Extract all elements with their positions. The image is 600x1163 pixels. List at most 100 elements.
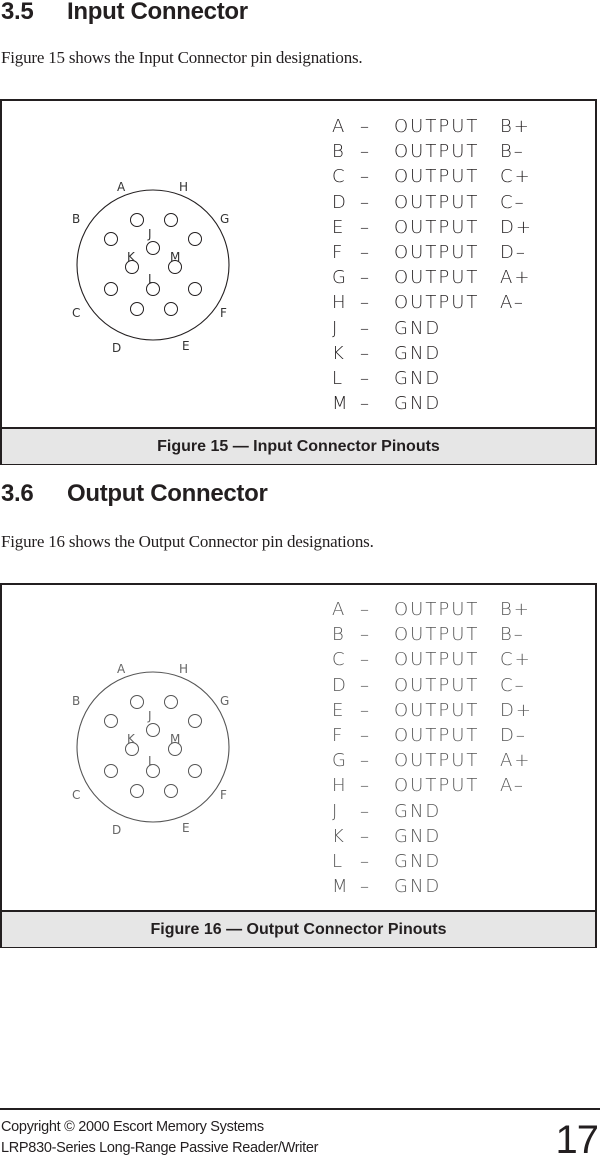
pin-label: F (332, 725, 345, 747)
dash: – (360, 216, 371, 238)
connector-pin-hole (104, 232, 118, 246)
connector-pin-hole (164, 213, 178, 227)
connector-pin-hole (164, 695, 178, 709)
connector-pin-label: D (112, 341, 121, 355)
connector-pin-hole (188, 714, 202, 728)
connector-pin-hole (130, 695, 144, 709)
signal-type: OUTPUT (394, 699, 480, 721)
dash: – (360, 393, 371, 415)
signal-type: GND (394, 317, 442, 339)
connector-diagram: A H B G C F D E JK M L (72, 180, 230, 355)
figure-body: AHBGCFDEJKML A – OUTPUT B+ B – OUTPUT B– C – OUTPU… (2, 585, 595, 912)
section-number: 3.6 (1, 480, 34, 507)
connector-pin-hole (104, 714, 118, 728)
figure-input-connector: AHBGCFDEJKML A – OUTPUT B+ B – OUTPUT B– C – OUTPU… (0, 99, 597, 465)
pin-label: E (332, 699, 346, 721)
connector-pin-label: K (127, 250, 136, 264)
connector-pin-label: B (72, 694, 80, 708)
figure-caption: Figure 16 — Output Connector Pinouts (2, 912, 595, 947)
signal-type: OUTPUT (394, 649, 480, 671)
signal-type: OUTPUT (394, 674, 480, 696)
pinout-row: F – OUTPUT D– (332, 723, 533, 748)
signal-name: D+ (500, 699, 533, 721)
pin-label: B (332, 624, 346, 646)
figure-caption: Figure 15 — Input Connector Pinouts (2, 429, 595, 464)
pin-label: D (332, 191, 348, 213)
pinout-row: G – OUTPUT A+ (332, 748, 533, 773)
signal-type: GND (394, 825, 442, 847)
pinout-row: M – GND (332, 391, 533, 416)
dash: – (360, 368, 371, 390)
pin-label: J (332, 800, 340, 822)
pin-label: E (332, 216, 346, 238)
figure-output-connector: AHBGCFDEJKML A – OUTPUT B+ B – OUTPUT B– C – OUTPU… (0, 583, 597, 948)
signal-type: OUTPUT (394, 750, 480, 772)
pinout-row: E – OUTPUT D+ (332, 698, 533, 723)
connector-pin-label: A (117, 180, 126, 194)
signal-name: B+ (500, 116, 531, 137)
connector-pin-hole (188, 282, 202, 296)
connector-pin-hole (188, 764, 202, 778)
connector-pin-label: E (182, 339, 190, 353)
connector-pin-label: F (220, 788, 227, 802)
connector-pin-hole (130, 213, 144, 227)
pin-label: M (332, 393, 350, 415)
pinout-row: L – GND (332, 849, 533, 874)
signal-type: OUTPUT (394, 216, 480, 238)
connector-pin-label: G (220, 212, 229, 226)
signal-name: B– (500, 624, 525, 646)
pin-label: L (332, 851, 345, 873)
pin-label: D (332, 674, 348, 696)
dash: – (360, 775, 371, 797)
dash: – (360, 242, 371, 264)
dash: – (360, 267, 371, 289)
pin-label: F (332, 242, 345, 264)
connector-pin-label: M (170, 732, 180, 746)
section-title: Output Connector (67, 480, 268, 507)
connector-pin-hole (104, 764, 118, 778)
signal-type: GND (394, 393, 442, 415)
signal-type: GND (394, 800, 442, 822)
connector-pin-hole (146, 723, 160, 737)
pinout-row: K – GND (332, 341, 533, 366)
connector-pin-label: A (117, 662, 126, 676)
pinout-row: H – OUTPUT A– (332, 773, 533, 798)
connector-pin-label: H (179, 662, 188, 676)
pinout-row: C – OUTPUT C+ (332, 164, 533, 189)
pin-label: K (332, 342, 346, 364)
connector-body (76, 189, 230, 341)
pinout-list: A – OUTPUT B+ B – OUTPUT B– C – OUTPUT C+ D – OUTPUT C–… (332, 114, 533, 416)
signal-name: A+ (500, 750, 532, 772)
connector-pin-label: F (220, 306, 227, 320)
pinout-row: J – GND (332, 799, 533, 824)
pinout-row: D – OUTPUT C– (332, 190, 533, 215)
connector-body (76, 671, 230, 823)
section-number: 3.5 (1, 0, 34, 25)
pinout-row: A – OUTPUT B+ (332, 597, 533, 622)
signal-name: D– (500, 725, 527, 747)
dash: – (360, 166, 371, 188)
pin-label: A (332, 599, 347, 620)
connector-pin-hole (146, 241, 160, 255)
pinout-row: M – GND (332, 874, 533, 899)
connector-pin-label: M (170, 250, 180, 264)
connector-pin-label: H (179, 180, 188, 194)
connector-pin-hole (130, 302, 144, 316)
signal-type: OUTPUT (394, 725, 480, 747)
signal-type: GND (394, 876, 442, 898)
pin-label: M (332, 876, 350, 898)
connector-pin-label: G (220, 694, 229, 708)
signal-type: GND (394, 851, 442, 873)
pin-label: J (332, 317, 340, 339)
connector-pin-hole (164, 302, 178, 316)
connector-pin-label: C (72, 306, 80, 320)
signal-type: OUTPUT (394, 599, 480, 620)
signal-name: A– (500, 292, 525, 314)
section-heading-input-connector: 3.5 Input Connector (1, 0, 248, 26)
section-paragraph: Figure 15 shows the Input Connector pin … (1, 48, 363, 67)
signal-name: B+ (500, 599, 531, 620)
connector-pin-label: J (147, 709, 152, 723)
pinout-row: H – OUTPUT A– (332, 290, 533, 315)
dash: – (360, 599, 371, 620)
pinout-row: E – OUTPUT D+ (332, 215, 533, 240)
